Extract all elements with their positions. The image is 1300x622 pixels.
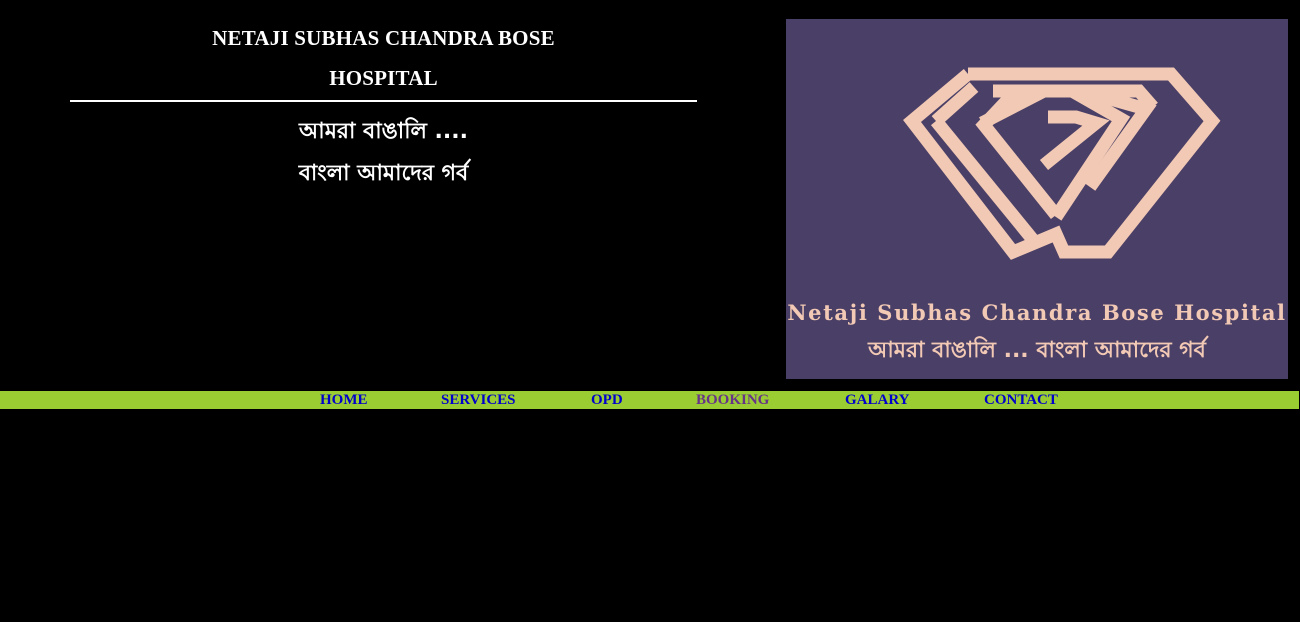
- main-navigation: HOME SERVICES OPD BOOKING GALARY CONTACT: [0, 391, 1299, 409]
- diamond-logo-icon: [903, 67, 1221, 260]
- site-header: NETAJI SUBHAS CHANDRA BOSE HOSPITAL আমরা…: [0, 0, 1300, 390]
- nav-link-services[interactable]: SERVICES: [441, 391, 516, 409]
- tagline-line-1: আমরা বাঙালি ....: [299, 119, 468, 144]
- hospital-logo-banner: Netaji Subhas Chandra Bose Hospital আমরা…: [786, 19, 1288, 379]
- nav-link-booking[interactable]: BOOKING: [696, 391, 769, 409]
- logo-hospital-name: Netaji Subhas Chandra Bose Hospital: [787, 300, 1287, 325]
- title-divider: [70, 100, 697, 102]
- site-title-line-2: HOSPITAL: [329, 66, 438, 90]
- nav-link-opd[interactable]: OPD: [591, 391, 623, 409]
- nav-link-contact[interactable]: CONTACT: [984, 391, 1058, 409]
- tagline-line-2: বাংলা আমাদের গর্ব: [298, 161, 469, 186]
- site-title: NETAJI SUBHAS CHANDRA BOSE HOSPITAL: [70, 18, 697, 98]
- logo-tagline: আমরা বাঙালি ... বাংলা আমাদের গর্ব: [868, 338, 1206, 363]
- nav-link-galary[interactable]: GALARY: [845, 391, 909, 409]
- nav-link-home[interactable]: HOME: [320, 391, 368, 409]
- site-title-line-1: NETAJI SUBHAS CHANDRA BOSE: [212, 26, 555, 50]
- main-content-area: [0, 409, 1300, 622]
